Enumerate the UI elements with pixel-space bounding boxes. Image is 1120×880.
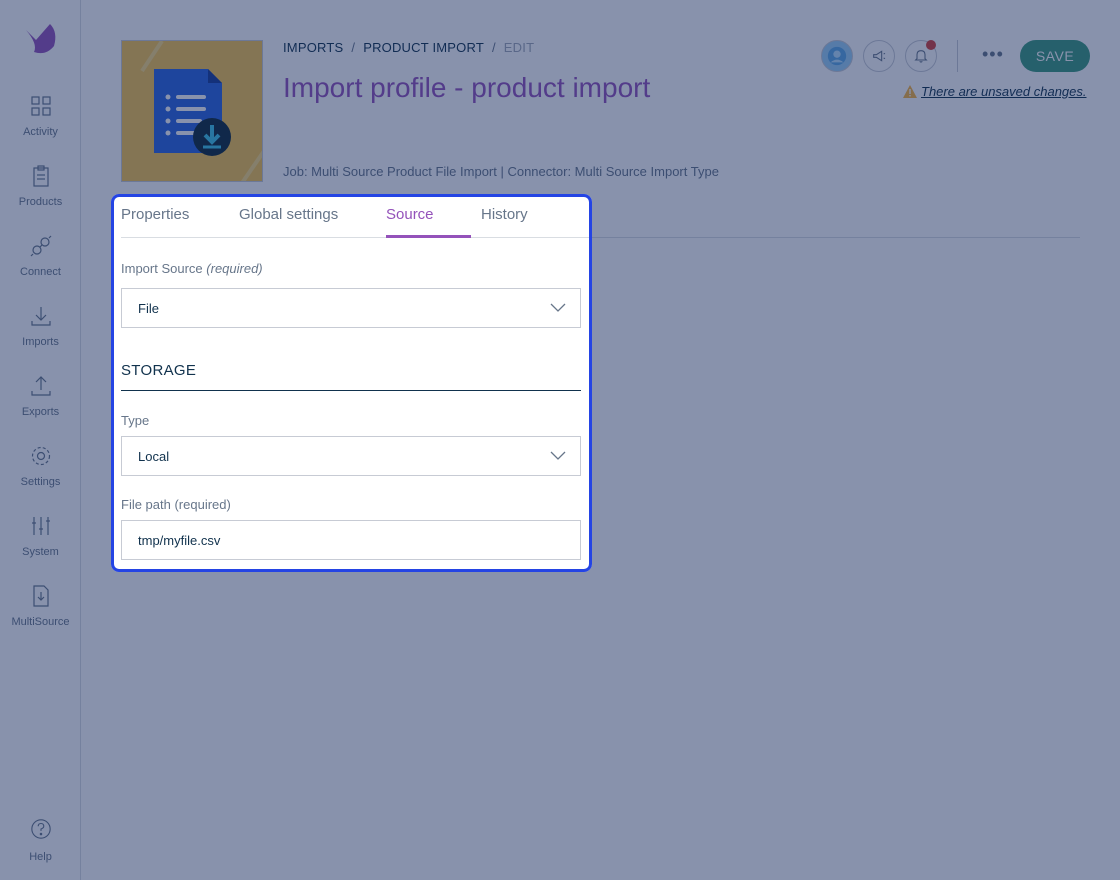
notifications-button[interactable] (905, 40, 937, 72)
help-label: Help (29, 851, 52, 863)
sidebar-item-products[interactable]: Products (0, 164, 81, 224)
sidebar-item-connect[interactable]: Connect (0, 234, 81, 294)
help-button[interactable]: Help (0, 818, 81, 863)
user-avatar-button[interactable] (821, 40, 853, 72)
avatar-icon (827, 46, 847, 66)
akeneo-logo-icon[interactable] (22, 20, 60, 58)
document-download-icon (122, 41, 262, 181)
sidebar-item-label: Settings (20, 476, 61, 488)
sidebar-item-exports[interactable]: Exports (0, 374, 81, 434)
announcements-button[interactable] (863, 40, 895, 72)
sidebar-item-label: Exports (21, 406, 60, 418)
sidebar-item-settings[interactable]: Settings (0, 444, 81, 504)
plug-icon (30, 235, 51, 257)
breadcrumb-separator: / (351, 40, 356, 55)
sidebar-item-label: Connect (20, 266, 61, 278)
sidebar-item-label: Imports (22, 336, 59, 348)
notification-badge (926, 40, 936, 50)
clipboard-icon (32, 165, 49, 187)
dashboard-icon (30, 96, 51, 116)
more-options-button[interactable]: ••• (982, 44, 1006, 68)
sidebar-item-system[interactable]: System (0, 514, 81, 574)
bell-icon (914, 50, 928, 63)
sidebar-item-multisource[interactable]: MultiSource (0, 584, 81, 644)
breadcrumb-edit: EDIT (503, 40, 535, 55)
sidebar-item-imports[interactable]: Imports (0, 304, 81, 364)
breadcrumb-product-import[interactable]: PRODUCT IMPORT (363, 40, 484, 55)
header-divider (957, 40, 958, 72)
save-button[interactable]: SAVE (1020, 40, 1090, 72)
breadcrumb: IMPORTS / PRODUCT IMPORT / EDIT (283, 40, 534, 55)
sidebar-item-label: MultiSource (11, 616, 70, 628)
sidebar-item-activity[interactable]: Activity (0, 94, 81, 154)
download-icon (30, 307, 51, 326)
warning-icon (903, 85, 917, 98)
upload-icon (30, 376, 51, 396)
megaphone-icon (873, 50, 886, 62)
gear-icon (31, 446, 50, 466)
breadcrumb-imports[interactable]: IMPORTS (283, 40, 343, 55)
import-profile-thumbnail (121, 40, 263, 182)
unsaved-changes-notice: There are unsaved changes. (903, 84, 1087, 99)
unsaved-changes-text: There are unsaved changes. (921, 84, 1087, 99)
page-title: Import profile - product import (283, 72, 651, 103)
file-import-icon (32, 585, 49, 607)
sliders-icon (31, 517, 50, 535)
sidebar-item-label: Products (18, 196, 63, 208)
focus-highlight (111, 194, 592, 572)
sidebar-item-label: System (22, 546, 59, 558)
job-connector-info: Job: Multi Source Product File Import | … (283, 164, 719, 179)
help-icon (30, 819, 51, 839)
sidebar-item-label: Activity (23, 126, 58, 138)
breadcrumb-separator: / (491, 40, 496, 55)
sidebar: Activity Products Connect Imports Export… (0, 0, 81, 880)
